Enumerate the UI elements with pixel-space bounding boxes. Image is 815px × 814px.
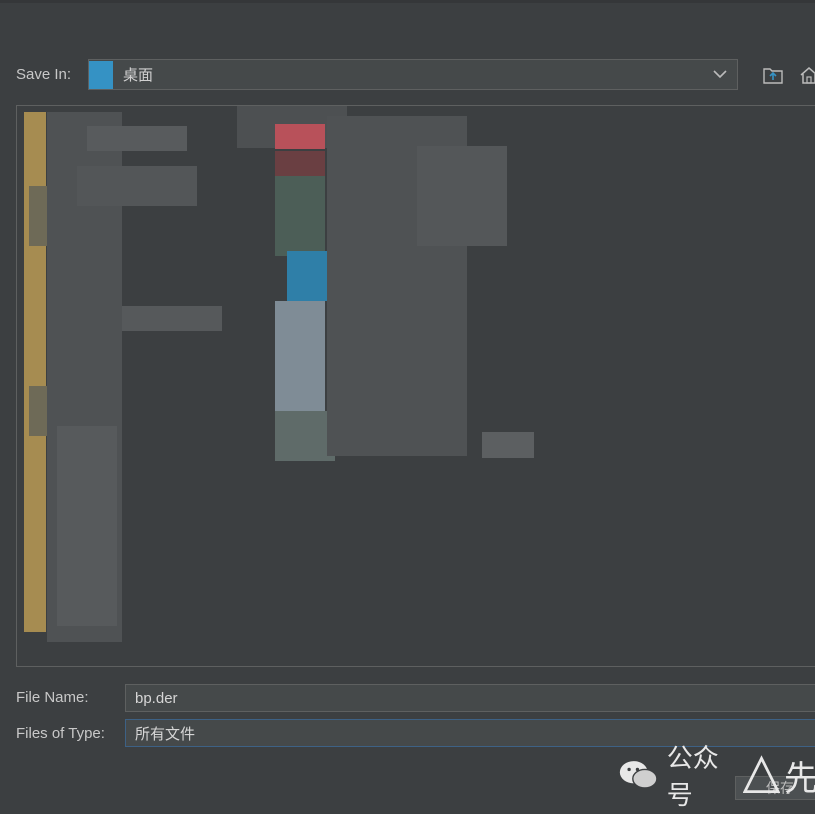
home-icon[interactable] — [796, 62, 815, 88]
watermark-text-2: 先 — [784, 759, 815, 798]
watermark: 公众号 先 — [618, 740, 815, 810]
obscured-icon-red — [275, 124, 325, 149]
file-name-input[interactable]: bp.der — [125, 684, 815, 712]
wechat-icon — [619, 761, 658, 789]
files-of-type-label: Files of Type: — [16, 725, 105, 742]
save-in-label: Save In: — [16, 66, 72, 83]
watermark-text: 公众号 — [666, 743, 719, 810]
save-in-combobox[interactable]: 桌面 — [88, 59, 738, 90]
desktop-folder-icon — [89, 60, 113, 90]
chevron-down-icon[interactable] — [711, 65, 729, 83]
logo-mark-icon — [742, 755, 780, 794]
obscured-icon-blue — [287, 251, 327, 301]
window-top-strip — [0, 0, 815, 3]
up-folder-icon[interactable] — [760, 62, 786, 88]
file-name-label: File Name: — [16, 689, 89, 706]
save-in-value: 桌面 — [123, 67, 154, 84]
file-list[interactable] — [16, 105, 815, 667]
